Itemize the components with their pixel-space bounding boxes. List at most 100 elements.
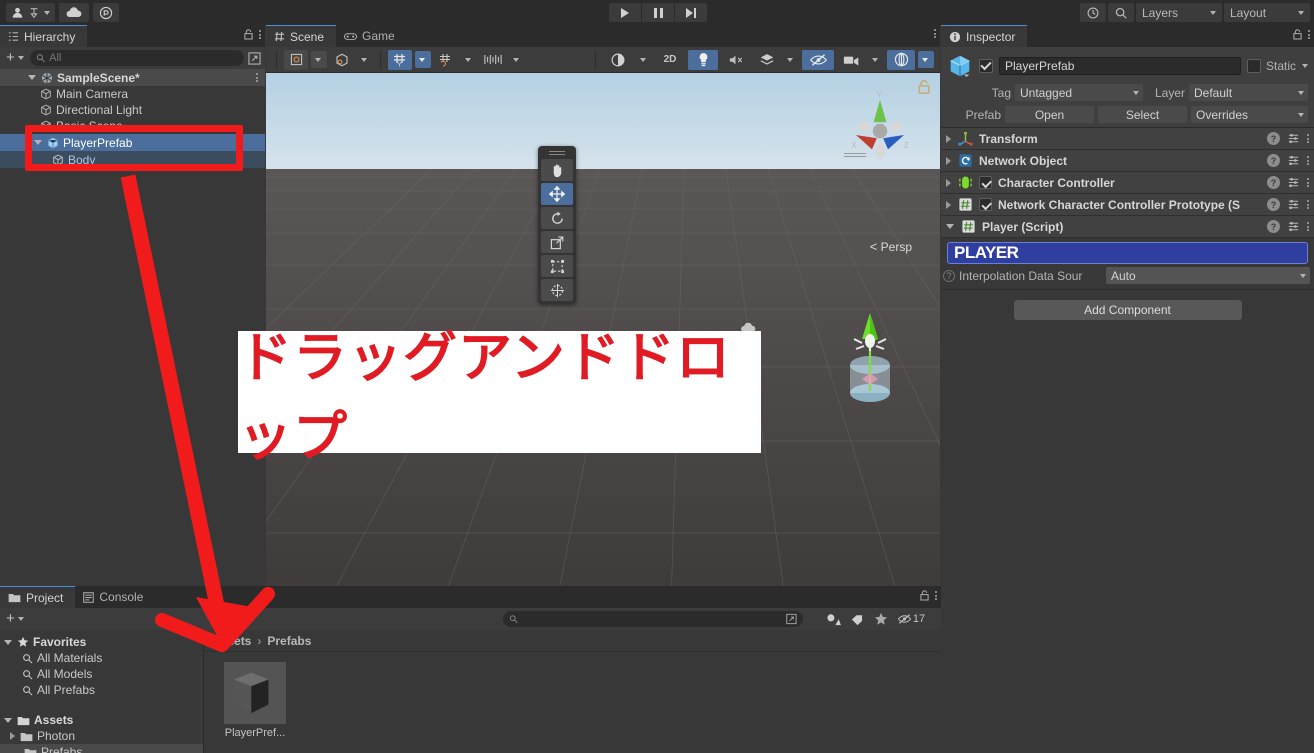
asset-item-playerprefab[interactable]: PlayerPref... bbox=[224, 662, 286, 739]
project-tree-all-materials[interactable]: All Materials bbox=[0, 650, 203, 666]
player-script-banner[interactable]: PLAYER bbox=[947, 242, 1308, 264]
hierarchy-row-body[interactable]: Body bbox=[0, 151, 265, 168]
component-menu-icon[interactable] bbox=[1307, 222, 1309, 231]
handle-rotation-dropdown[interactable] bbox=[357, 51, 373, 68]
toggle-audio-button[interactable] bbox=[721, 50, 751, 70]
project-tree-all-prefabs[interactable]: All Prefabs bbox=[0, 682, 203, 698]
static-toggle[interactable]: Static bbox=[1246, 59, 1296, 73]
project-create-button[interactable]: + bbox=[4, 611, 26, 626]
layers-dropdown[interactable]: Layers bbox=[1136, 3, 1222, 22]
palette-drag-handle[interactable] bbox=[541, 149, 573, 157]
project-search-field[interactable] bbox=[503, 611, 803, 627]
help-icon[interactable]: ? bbox=[1267, 198, 1280, 211]
breadcrumb-prefabs[interactable]: Prefabs bbox=[267, 634, 311, 648]
transform-tool-button[interactable] bbox=[541, 279, 573, 301]
component-menu-icon[interactable] bbox=[1307, 134, 1309, 143]
tab-console[interactable]: Console bbox=[75, 586, 155, 608]
component-row-player-script[interactable]: Player (Script) ? bbox=[941, 216, 1314, 238]
chevron-right-icon[interactable] bbox=[10, 732, 15, 740]
lock-icon[interactable] bbox=[244, 29, 253, 40]
tab-inspector[interactable]: Inspector bbox=[941, 25, 1028, 47]
chevron-right-icon[interactable] bbox=[946, 156, 951, 165]
chevron-down-icon[interactable] bbox=[28, 75, 36, 80]
view-gizmo[interactable]: Y X Z bbox=[840, 85, 920, 185]
hierarchy-row-main-camera[interactable]: Main Camera bbox=[0, 86, 265, 102]
help-icon[interactable]: ? bbox=[943, 269, 955, 282]
interpolation-dropdown[interactable]: Auto bbox=[1106, 267, 1310, 284]
scene-menu-icon[interactable] bbox=[256, 73, 258, 82]
move-tool-button[interactable] bbox=[541, 183, 573, 205]
toggle-fx-button[interactable] bbox=[754, 50, 780, 70]
gameobject-enabled-checkbox[interactable] bbox=[979, 59, 993, 73]
scene-camera-button[interactable] bbox=[837, 50, 865, 70]
chevron-down-icon[interactable] bbox=[34, 140, 42, 145]
project-tree-assets[interactable]: Assets bbox=[0, 712, 203, 728]
pivot-mode-dropdown[interactable] bbox=[311, 51, 327, 68]
services-button[interactable] bbox=[93, 3, 119, 22]
preset-icon[interactable] bbox=[1287, 176, 1300, 189]
chevron-down-icon[interactable] bbox=[946, 224, 954, 229]
hierarchy-menu-icon[interactable] bbox=[259, 30, 261, 39]
draw-mode-button[interactable] bbox=[603, 50, 633, 70]
hierarchy-row-samplescene[interactable]: SampleScene* bbox=[0, 69, 265, 86]
component-menu-icon[interactable] bbox=[1307, 200, 1309, 209]
undo-history-button[interactable] bbox=[1080, 3, 1106, 22]
tab-game[interactable]: Game bbox=[336, 25, 407, 47]
scene-menu-icon[interactable] bbox=[934, 29, 936, 38]
preset-icon[interactable] bbox=[1287, 154, 1300, 167]
component-row-network-object[interactable]: Network Object ? bbox=[941, 150, 1314, 172]
step-button[interactable] bbox=[675, 3, 707, 22]
grid-visibility-button[interactable]: Y bbox=[388, 49, 412, 70]
help-icon[interactable]: ? bbox=[1267, 154, 1280, 167]
filter-by-type-button[interactable] bbox=[822, 610, 844, 628]
hierarchy-row-directional-light[interactable]: Directional Light bbox=[0, 102, 265, 118]
filter-by-label-button[interactable] bbox=[846, 610, 868, 628]
project-tree-favorites[interactable]: Favorites bbox=[0, 634, 203, 650]
chevron-down-icon[interactable] bbox=[4, 639, 12, 645]
static-dropdown-icon[interactable] bbox=[1302, 64, 1308, 68]
component-enabled-checkbox[interactable] bbox=[979, 198, 992, 211]
add-component-button[interactable]: Add Component bbox=[1013, 300, 1242, 320]
project-search-input[interactable] bbox=[522, 613, 783, 625]
lock-icon[interactable] bbox=[1293, 29, 1302, 40]
hierarchy-search-input[interactable] bbox=[49, 52, 238, 64]
favorites-filter-button[interactable] bbox=[870, 610, 892, 628]
hand-tool-button[interactable] bbox=[541, 159, 573, 181]
hierarchy-row-playerprefab[interactable]: PlayerPrefab bbox=[0, 134, 265, 151]
lock-icon[interactable] bbox=[920, 590, 929, 601]
preset-icon[interactable] bbox=[1287, 198, 1300, 211]
project-menu-icon[interactable] bbox=[935, 591, 937, 600]
gizmos-button[interactable] bbox=[887, 49, 915, 70]
help-icon[interactable]: ? bbox=[1267, 132, 1280, 145]
breadcrumb-assets[interactable]: Assets bbox=[212, 634, 251, 648]
play-button[interactable] bbox=[609, 3, 641, 22]
static-checkbox[interactable] bbox=[1246, 59, 1261, 73]
handle-rotation-button[interactable] bbox=[330, 50, 354, 70]
project-tree-all-models[interactable]: All Models bbox=[0, 666, 203, 682]
hierarchy-add-button[interactable]: + bbox=[4, 50, 26, 65]
component-menu-icon[interactable] bbox=[1307, 178, 1309, 187]
tag-dropdown[interactable]: Untagged bbox=[1015, 84, 1143, 101]
layout-dropdown[interactable]: Layout bbox=[1224, 3, 1310, 22]
chevron-right-icon[interactable] bbox=[946, 134, 951, 143]
project-tree-photon[interactable]: Photon bbox=[0, 728, 203, 744]
grid-snap-dropdown[interactable] bbox=[461, 51, 477, 68]
chevron-right-icon[interactable] bbox=[946, 178, 951, 187]
draw-mode-dropdown[interactable] bbox=[636, 51, 652, 68]
search-expand-icon[interactable] bbox=[786, 613, 797, 625]
inspector-menu-icon[interactable] bbox=[1308, 30, 1310, 39]
toggle-lighting-button[interactable] bbox=[688, 49, 718, 70]
preset-icon[interactable] bbox=[1287, 220, 1300, 233]
preset-icon[interactable] bbox=[1287, 132, 1300, 145]
chevron-down-icon[interactable] bbox=[4, 717, 12, 723]
prefab-select-button[interactable]: Select bbox=[1098, 106, 1187, 123]
rotate-tool-button[interactable] bbox=[541, 207, 573, 229]
hierarchy-expand-icon[interactable] bbox=[248, 51, 261, 65]
hierarchy-row-basic-scene[interactable]: Basic Scene bbox=[0, 118, 265, 134]
help-icon[interactable]: ? bbox=[1267, 176, 1280, 189]
toggle-2d-button[interactable]: 2D bbox=[655, 50, 685, 70]
project-hidden-count[interactable]: 17 bbox=[894, 610, 928, 628]
hierarchy-search-field[interactable] bbox=[29, 50, 244, 66]
search-button[interactable] bbox=[1108, 3, 1134, 22]
snap-increment-dropdown[interactable] bbox=[509, 51, 525, 68]
